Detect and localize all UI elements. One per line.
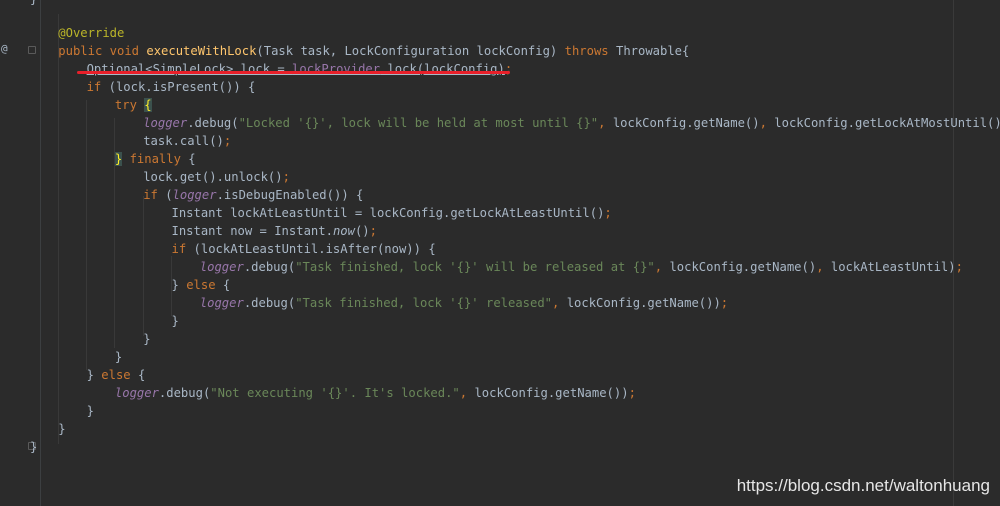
code-token: .debug( — [243, 296, 296, 310]
code-token: , — [816, 260, 831, 274]
code-token: .debug( — [158, 386, 211, 400]
code-token: } — [143, 332, 151, 346]
code-line[interactable]: lock.get().unlock(); — [30, 168, 1000, 186]
code-token: (lockAtLeastUntil.isAfter(now)) { — [193, 242, 436, 256]
code-token: @Override — [58, 26, 125, 40]
code-token: lockConfig.getName()) — [474, 386, 629, 400]
code-token: logger — [114, 386, 159, 400]
code-token: , — [654, 260, 670, 274]
code-token: ; — [604, 206, 612, 220]
code-line[interactable]: try { — [30, 96, 1000, 114]
code-token: if — [86, 80, 109, 94]
code-token: ; — [282, 170, 290, 184]
code-token: } — [171, 314, 179, 328]
code-line[interactable]: Optional<SimpleLock> lock = lockProvider… — [30, 60, 1000, 78]
code-token: if — [143, 188, 166, 202]
code-token: lockConfig.getLockAtMostUntil()) — [774, 116, 1000, 130]
code-token: lockConfig.getName() — [669, 260, 817, 274]
code-line[interactable]: } — [30, 330, 1000, 348]
code-token: } — [86, 404, 94, 418]
code-token: Instant lockAtLeastUntil = lockConfig.ge… — [171, 206, 605, 220]
code-line[interactable]: } — [30, 420, 1000, 438]
code-token: .isDebugEnabled()) { — [216, 188, 364, 202]
code-token: , — [759, 116, 775, 130]
code-token: "Not executing '{}'. It's locked." — [210, 386, 460, 400]
code-token: public void — [58, 44, 147, 58]
code-line[interactable]: } — [30, 348, 1000, 366]
code-line[interactable]: @Override — [30, 24, 1000, 42]
code-line[interactable]: logger.debug("Locked '{}', lock will be … — [30, 114, 1000, 132]
code-token: , — [552, 296, 567, 310]
code-token: if — [171, 242, 194, 256]
code-line[interactable]: } — [30, 312, 1000, 330]
code-token: now — [332, 224, 355, 238]
code-line[interactable]: if (lockAtLeastUntil.isAfter(now)) { — [30, 240, 1000, 258]
code-line[interactable]: } — [30, 402, 1000, 420]
code-token: ( — [165, 188, 173, 202]
code-token: task.call() — [143, 134, 224, 148]
code-token: .debug( — [187, 116, 239, 130]
code-token: { — [137, 368, 146, 382]
code-token: { — [222, 278, 231, 292]
code-token: ; — [720, 296, 729, 310]
code-token: } — [86, 368, 102, 382]
code-token: ; — [955, 260, 963, 274]
code-token: lockAtLeastUntil) — [830, 260, 956, 274]
red-underline-annotation — [77, 71, 510, 74]
code-line[interactable]: public void executeWithLock(Task task, L… — [30, 42, 1000, 60]
code-token: } — [114, 350, 123, 364]
code-line[interactable]: if (logger.isDebugEnabled()) { — [30, 186, 1000, 204]
code-token: .debug( — [243, 260, 296, 274]
code-token: () — [354, 224, 370, 238]
code-token: (Task task, LockConfiguration lockConfig… — [256, 44, 565, 58]
code-token: } — [58, 422, 66, 436]
code-line[interactable]: logger.debug("Task finished, lock '{}' r… — [30, 294, 1000, 312]
code-token: finally — [122, 152, 189, 166]
code-line[interactable]: logger.debug("Task finished, lock '{}' w… — [30, 258, 1000, 276]
code-token: lockConfig.getName()) — [566, 296, 721, 310]
code-token: else — [101, 368, 138, 382]
code-token: , — [459, 386, 475, 400]
code-token: try — [114, 98, 145, 112]
code-token: { — [188, 152, 196, 166]
code-token: "Task finished, lock '{}' released" — [295, 296, 553, 310]
watermark-url: https://blog.csdn.net/waltonhuang — [736, 476, 990, 495]
code-line[interactable]: if (lock.isPresent()) { — [30, 78, 1000, 96]
code-token: else — [186, 278, 223, 292]
code-token: } — [171, 278, 187, 292]
code-token: { — [144, 98, 152, 112]
code-token: (lock.isPresent()) { — [108, 80, 256, 94]
code-token: ; — [223, 134, 232, 148]
code-token: lock.get().unlock() — [143, 170, 283, 184]
code-line[interactable]: Instant now = Instant.now(); — [30, 222, 1000, 240]
code-token: throws — [564, 44, 616, 58]
code-token: lockConfig.getName() — [612, 116, 760, 130]
code-token: logger — [199, 260, 244, 274]
code-token: } — [30, 440, 38, 454]
code-line[interactable]: task.call(); — [30, 132, 1000, 150]
code-line[interactable]: } else { — [30, 276, 1000, 294]
previous-closing-brace: } — [30, 0, 37, 6]
code-token: ; — [628, 386, 636, 400]
code-token: logger — [143, 116, 188, 130]
code-line[interactable]: logger.debug("Not executing '{}'. It's l… — [30, 384, 1000, 402]
code-line[interactable]: } else { — [30, 366, 1000, 384]
code-token: "Locked '{}', lock will be held at most … — [238, 116, 599, 130]
code-token: Instant now = Instant. — [171, 224, 333, 238]
code-line[interactable]: } — [30, 438, 1000, 456]
code-token: Throwable{ — [615, 44, 690, 58]
code-token: logger — [199, 296, 244, 310]
code-editor[interactable]: @Override public void executeWithLock(Tas… — [30, 24, 1000, 456]
code-line[interactable]: } finally { — [30, 150, 1000, 168]
code-token: "Task finished, lock '{}' will be releas… — [295, 260, 655, 274]
code-line[interactable]: Instant lockAtLeastUntil = lockConfig.ge… — [30, 204, 1000, 222]
code-token: ; — [369, 224, 377, 238]
code-token: logger — [172, 188, 217, 202]
code-token: executeWithLock — [146, 44, 257, 58]
code-token: , — [598, 116, 613, 130]
override-gutter-icon[interactable]: @ — [1, 42, 8, 55]
